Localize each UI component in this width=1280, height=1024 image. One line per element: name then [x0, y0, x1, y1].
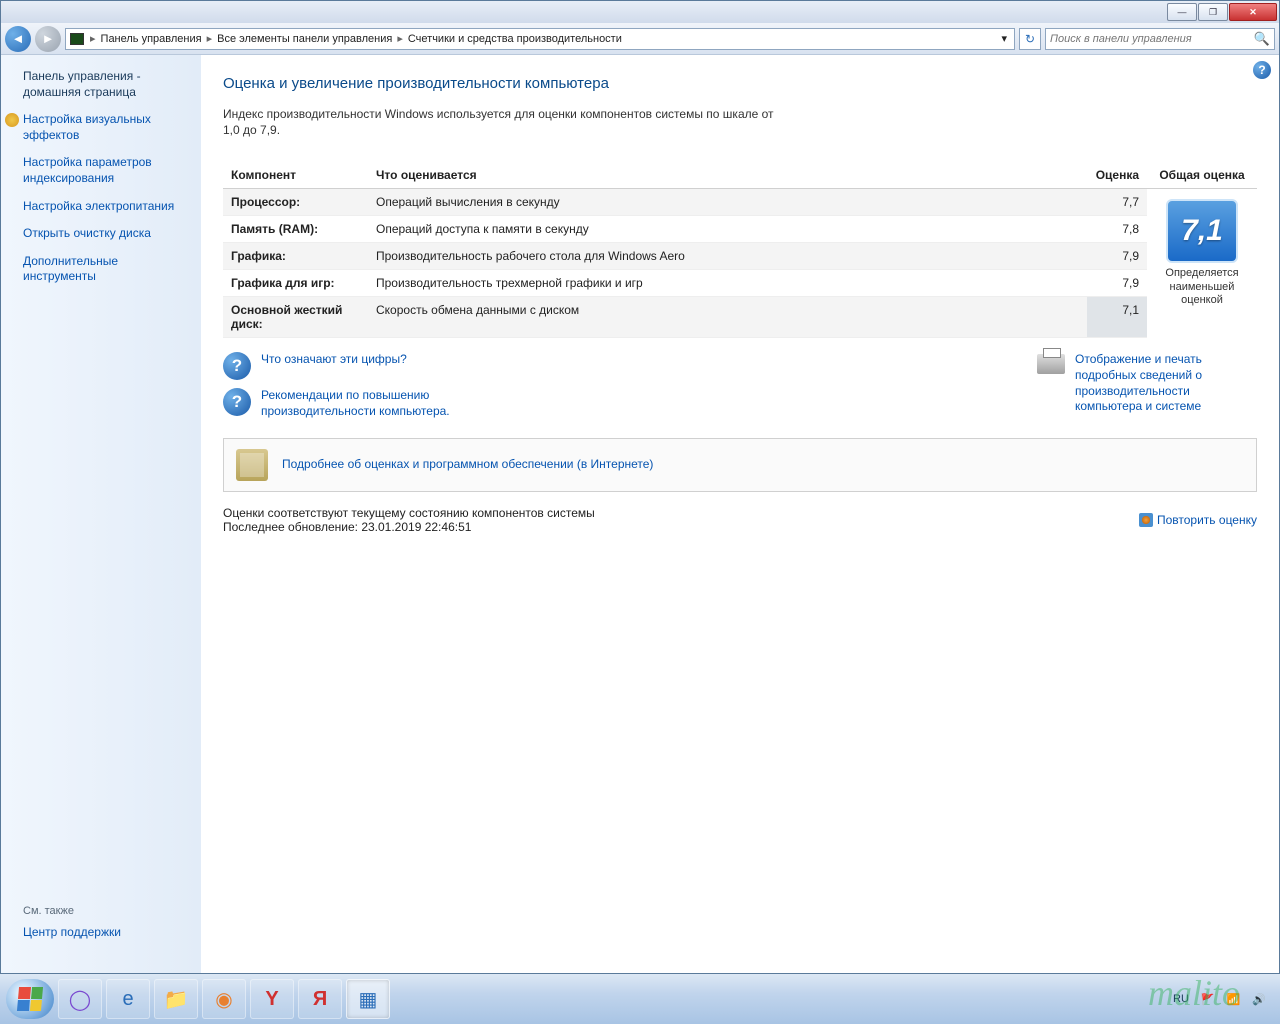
score-table: Компонент Что оценивается Оценка Общая о… [223, 162, 1257, 338]
cell-comp: Процессор: [223, 189, 368, 216]
sidebar-power[interactable]: Настройка электропитания [23, 199, 191, 215]
sidebar-home-link[interactable]: Панель управления - домашняя страница [23, 69, 191, 100]
software-box-icon [236, 449, 268, 481]
breadcrumb-performance[interactable]: Счетчики и средства производительности [405, 33, 625, 45]
taskbar-explorer-icon[interactable]: 📁 [154, 979, 198, 1019]
rerun-assessment-link[interactable]: Повторить оценку [1139, 506, 1257, 534]
cell-score: 7,1 [1087, 297, 1147, 338]
tray-lang[interactable]: RU [1173, 993, 1189, 1005]
chevron-right-icon: ▸ [88, 32, 98, 45]
printer-icon [1037, 354, 1065, 374]
main-content: ? Оценка и увеличение производительности… [201, 55, 1279, 973]
help-icon[interactable]: ? [1253, 61, 1271, 79]
sidebar-disk-cleanup[interactable]: Открыть очистку диска [23, 226, 191, 242]
back-button[interactable]: ◄ [5, 26, 31, 52]
overall-cell: 7,1 Определяется наименьшей оценкой [1147, 189, 1257, 338]
taskbar-ya-icon[interactable]: Я [298, 979, 342, 1019]
cell-comp: Графика: [223, 243, 368, 270]
sidebar-action-center[interactable]: Центр поддержки [23, 925, 191, 941]
search-icon[interactable]: 🔍 [1254, 31, 1270, 47]
minimize-button[interactable]: — [1167, 3, 1197, 21]
tray-flag-icon[interactable]: 🚩 [1201, 993, 1215, 1006]
cell-desc: Операций вычисления в секунду [368, 189, 1087, 216]
link-what-numbers[interactable]: Что означают эти цифры? [261, 352, 407, 368]
breadcrumb-control-panel[interactable]: Панель управления [98, 33, 205, 45]
refresh-button[interactable]: ↻ [1019, 28, 1041, 50]
status-text: Оценки соответствуют текущему состоянию … [223, 506, 595, 534]
taskbar-ie-icon[interactable]: e [106, 979, 150, 1019]
search-box[interactable]: 🔍 [1045, 28, 1275, 50]
cell-desc: Скорость обмена данными с диском [368, 297, 1087, 338]
overall-score-badge: 7,1 [1166, 199, 1238, 263]
maximize-button[interactable]: ❐ [1198, 3, 1228, 21]
cell-score: 7,7 [1087, 189, 1147, 216]
cell-score: 7,8 [1087, 216, 1147, 243]
sidebar-tools[interactable]: Дополнительные инструменты [23, 254, 191, 285]
cell-comp: Основной жесткий диск: [223, 297, 368, 338]
chevron-right-icon: ▸ [205, 32, 215, 45]
window-titlebar: — ❐ ✕ [1, 1, 1279, 23]
table-row: Графика для игр: Производительность трех… [223, 270, 1257, 297]
breadcrumb[interactable]: ▸ Панель управления ▸ Все элементы панел… [65, 28, 1015, 50]
sidebar-indexing[interactable]: Настройка параметров индексирования [23, 155, 191, 186]
cell-desc: Производительность трехмерной графики и … [368, 270, 1087, 297]
overall-score-caption: Определяется наименьшей оценкой [1159, 267, 1245, 307]
table-row: Память (RAM): Операций доступа к памяти … [223, 216, 1257, 243]
cell-score: 7,9 [1087, 270, 1147, 297]
sidebar: Панель управления - домашняя страница На… [1, 55, 201, 973]
chevron-right-icon: ▸ [395, 32, 405, 45]
breadcrumb-dropdown[interactable]: ▾ [998, 32, 1010, 45]
sidebar-seealso-header: См. также [23, 905, 191, 917]
help-icon: ? [223, 388, 251, 416]
online-info-panel: Подробнее об оценках и программном обесп… [223, 438, 1257, 492]
th-overall: Общая оценка [1147, 162, 1257, 189]
taskbar-media-icon[interactable]: ◉ [202, 979, 246, 1019]
windows-logo-icon [17, 987, 43, 1011]
cell-comp: Графика для игр: [223, 270, 368, 297]
breadcrumb-all-items[interactable]: Все элементы панели управления [214, 33, 395, 45]
search-input[interactable] [1050, 33, 1254, 45]
page-title: Оценка и увеличение производительности к… [223, 75, 1257, 92]
taskbar: ◯ e 📁 ◉ Y Я ▦ RU 🚩 📶 🔊 [0, 974, 1280, 1024]
cell-desc: Операций доступа к памяти в секунду [368, 216, 1087, 243]
cell-desc: Производительность рабочего стола для Wi… [368, 243, 1087, 270]
system-tray[interactable]: RU 🚩 📶 🔊 [1173, 993, 1274, 1006]
forward-button[interactable]: ► [35, 26, 61, 52]
taskbar-cortana-icon[interactable]: ◯ [58, 979, 102, 1019]
table-row: Процессор: Операций вычисления в секунду… [223, 189, 1257, 216]
close-button[interactable]: ✕ [1229, 3, 1277, 21]
cell-score: 7,9 [1087, 243, 1147, 270]
sidebar-visual-effects[interactable]: Настройка визуальных эффектов [23, 112, 191, 143]
tray-volume-icon[interactable]: 🔊 [1252, 993, 1266, 1006]
tray-network-icon[interactable]: 📶 [1227, 993, 1241, 1006]
computer-icon [70, 33, 84, 45]
table-row: Основной жесткий диск: Скорость обмена д… [223, 297, 1257, 338]
link-recommendations[interactable]: Рекомендации по повышению производительн… [261, 388, 523, 419]
taskbar-control-panel-icon[interactable]: ▦ [346, 979, 390, 1019]
th-description: Что оценивается [368, 162, 1087, 189]
table-row: Графика: Производительность рабочего сто… [223, 243, 1257, 270]
help-icon: ? [223, 352, 251, 380]
status-line1: Оценки соответствуют текущему состоянию … [223, 506, 595, 520]
rerun-label: Повторить оценку [1157, 513, 1257, 527]
shield-icon [1139, 513, 1153, 527]
th-score: Оценка [1087, 162, 1147, 189]
link-print-details[interactable]: Отображение и печать подробных сведений … [1075, 352, 1257, 414]
link-online-info[interactable]: Подробнее об оценках и программном обесп… [282, 457, 653, 473]
cell-comp: Память (RAM): [223, 216, 368, 243]
th-component: Компонент [223, 162, 368, 189]
start-button[interactable] [6, 979, 54, 1019]
taskbar-yandex-icon[interactable]: Y [250, 979, 294, 1019]
address-bar: ◄ ► ▸ Панель управления ▸ Все элементы п… [1, 23, 1279, 55]
status-line2: Последнее обновление: 23.01.2019 22:46:5… [223, 520, 595, 534]
intro-text: Индекс производительности Windows исполь… [223, 106, 783, 138]
